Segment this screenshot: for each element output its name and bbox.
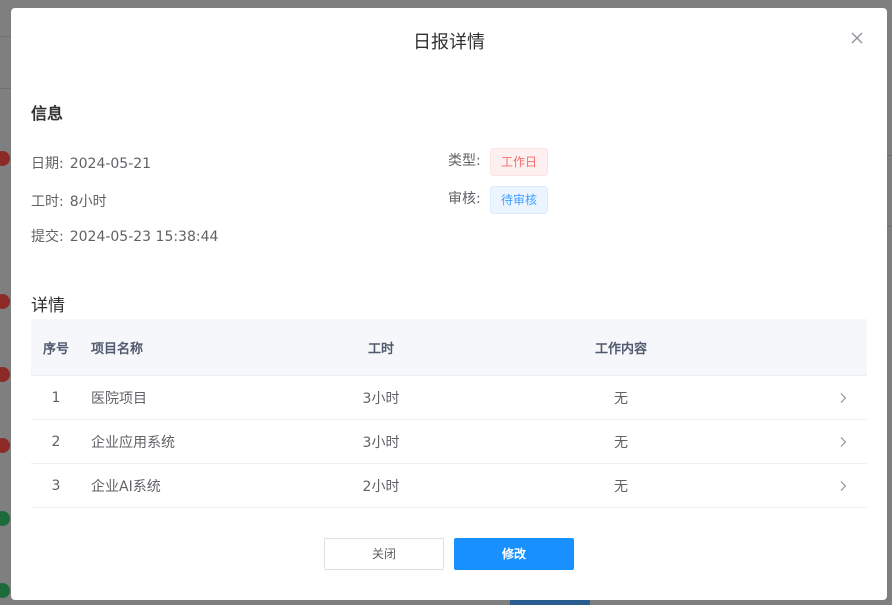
column-header-content: 工作内容 xyxy=(594,341,647,357)
review-label: 审核: xyxy=(448,191,481,207)
close-button[interactable]: 关闭 xyxy=(324,538,444,570)
row-content: 无 xyxy=(614,434,628,451)
row-index: 3 xyxy=(51,477,61,494)
column-header-index: 序号 xyxy=(42,341,69,357)
chevron-right-icon[interactable] xyxy=(791,436,867,448)
column-header-project: 项目名称 xyxy=(91,341,144,357)
type-label: 类型: xyxy=(448,153,481,169)
row-project: 企业应用系统 xyxy=(91,434,175,451)
background-badge xyxy=(0,438,10,453)
column-header-hours: 工时 xyxy=(367,341,394,357)
date-row: 日期: 2024-05-21 xyxy=(31,153,151,173)
hours-value: 8小时 xyxy=(69,194,107,210)
chevron-right-icon[interactable] xyxy=(791,480,867,492)
background-divider xyxy=(0,88,11,89)
background-badge xyxy=(0,511,10,526)
date-label: 日期: xyxy=(31,156,64,172)
background-badge xyxy=(0,583,10,598)
submit-row: 提交: 2024-05-23 15:38:44 xyxy=(31,226,218,246)
background-badge xyxy=(0,367,10,382)
row-project: 企业AI系统 xyxy=(91,478,161,495)
row-hours: 3小时 xyxy=(362,434,400,451)
date-value: 2024-05-21 xyxy=(69,156,152,172)
hours-label: 工时: xyxy=(31,194,64,210)
detail-table: 序号 项目名称 工时 工作内容 1 医院项目 3小时 无 2 企业应用系统 3小… xyxy=(31,319,867,508)
table-row[interactable]: 3 企业AI系统 2小时 无 xyxy=(31,464,867,508)
row-content: 无 xyxy=(614,390,628,407)
table-header: 序号 项目名称 工时 工作内容 xyxy=(31,319,867,376)
background-divider xyxy=(0,36,11,37)
review-status-tag: 待审核 xyxy=(490,186,549,214)
table-row[interactable]: 2 企业应用系统 3小时 无 xyxy=(31,420,867,464)
hours-row: 工时: 8小时 xyxy=(31,191,107,211)
edit-button[interactable]: 修改 xyxy=(454,538,574,570)
row-content: 无 xyxy=(614,478,628,495)
row-hours: 2小时 xyxy=(362,478,400,495)
type-tag: 工作日 xyxy=(490,148,549,176)
background-badge xyxy=(0,294,10,309)
row-project: 医院项目 xyxy=(91,390,147,407)
submit-label: 提交: xyxy=(31,229,64,245)
detail-section-title: 详情 xyxy=(31,296,65,316)
background-badge xyxy=(0,151,10,166)
info-section-title: 信息 xyxy=(31,104,64,123)
modal-title: 日报详情 xyxy=(413,32,485,53)
submit-value: 2024-05-23 15:38:44 xyxy=(69,229,219,245)
daily-report-modal: 日报详情 信息 日期: 2024-05-21 工时: 8小时 提交: 2024-05-… xyxy=(11,8,887,600)
table-row[interactable]: 1 医院项目 3小时 无 xyxy=(31,376,867,420)
chevron-right-icon[interactable] xyxy=(791,392,867,404)
row-hours: 3小时 xyxy=(362,390,400,407)
close-icon[interactable] xyxy=(849,30,865,46)
row-index: 2 xyxy=(51,433,61,450)
row-index: 1 xyxy=(51,389,61,406)
